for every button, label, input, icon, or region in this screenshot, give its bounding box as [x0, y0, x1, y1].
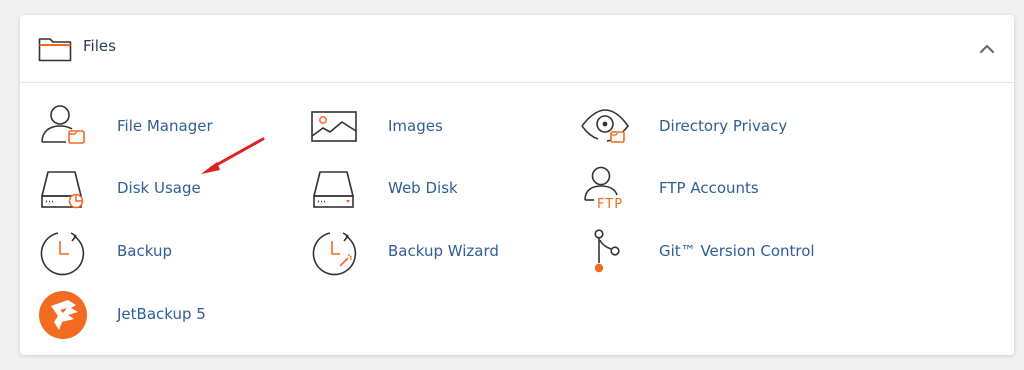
ftp-user-icon: FTP: [584, 166, 623, 212]
annotation-arrow-icon: [201, 137, 265, 174]
item-label: FTP Accounts: [659, 179, 759, 197]
ftp-accounts-link[interactable]: FTP FTP Accounts: [580, 160, 830, 216]
folder-icon: [38, 38, 72, 62]
backup-wizard-icon: [312, 232, 357, 276]
web-disk-link[interactable]: Web Disk: [309, 160, 559, 216]
item-label: File Manager: [117, 117, 213, 135]
git-branch-icon: [594, 229, 620, 273]
chevron-up-icon[interactable]: [976, 39, 998, 59]
backup-link[interactable]: Backup: [38, 223, 288, 279]
item-label: Backup Wizard: [388, 242, 499, 260]
item-label: Directory Privacy: [659, 117, 788, 135]
images-link[interactable]: Images: [309, 98, 559, 154]
files-panel: Files File Manager Images Directory Priv…: [20, 15, 1014, 355]
panel-header[interactable]: Files: [20, 15, 1014, 83]
eye-icon: [581, 109, 629, 143]
image-icon: [311, 111, 357, 142]
item-label: Disk Usage: [117, 179, 201, 197]
item-label: Web Disk: [388, 179, 458, 197]
hard-drive-icon: [313, 171, 354, 208]
file-manager-icon: [41, 105, 85, 144]
section-title: Files: [83, 37, 116, 55]
backup-wizard-link[interactable]: Backup Wizard: [309, 223, 559, 279]
item-label: Backup: [117, 242, 172, 260]
jetbackup-logo-icon: [39, 291, 87, 339]
svg-text:FTP: FTP: [597, 197, 623, 212]
item-label: Images: [388, 117, 443, 135]
directory-privacy-link[interactable]: Directory Privacy: [580, 98, 830, 154]
jetbackup-link[interactable]: JetBackup 5: [38, 286, 288, 342]
git-version-control-link[interactable]: Git™ Version Control: [580, 223, 830, 279]
backup-clock-icon: [40, 232, 85, 276]
item-label: JetBackup 5: [117, 305, 206, 323]
disk-usage-icon: [41, 171, 84, 209]
item-label: Git™ Version Control: [659, 242, 815, 260]
